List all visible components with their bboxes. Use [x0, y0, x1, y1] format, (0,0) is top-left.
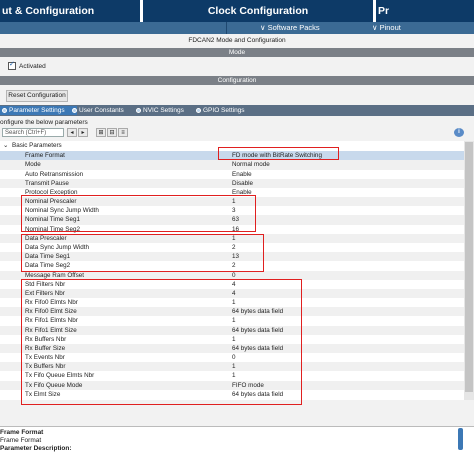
parameter-value[interactable]: Normal mode: [232, 160, 270, 169]
tab-pinout-configuration[interactable]: ut & Configuration: [0, 0, 140, 22]
info-icon[interactable]: i: [454, 128, 464, 137]
radio-dot-icon: [196, 108, 201, 113]
reset-configuration-button[interactable]: Reset Configuration: [6, 90, 68, 102]
parameter-value[interactable]: Enable: [232, 170, 252, 179]
highlight-box-ram: [21, 279, 302, 405]
sort-icon[interactable]: ≡: [118, 128, 128, 137]
parameter-name: Transmit Pause: [25, 179, 69, 187]
sub-toolbar: ∨ Software Packs ∨ Pinout: [0, 22, 474, 34]
search-input[interactable]: Search (Ctrl+F): [2, 128, 64, 137]
parameter-name: Mode: [25, 161, 41, 169]
radio-dot-icon: [72, 108, 77, 113]
tab-nvic-settings[interactable]: NVIC Settings: [134, 106, 199, 115]
tab-gpio-settings[interactable]: GPIO Settings: [194, 106, 259, 115]
description-scrollbar[interactable]: [458, 428, 463, 450]
scrollbar-thumb[interactable]: [465, 142, 473, 392]
pinout-menu[interactable]: ∨ Pinout: [372, 22, 401, 34]
tab-label: NVIC Settings: [143, 107, 184, 114]
description-panel: Frame Format Frame Format Parameter Desc…: [0, 426, 474, 463]
highlight-box-data: [21, 234, 264, 272]
tab-project-manager[interactable]: Pr: [376, 0, 474, 22]
tab-label: User Constants: [79, 107, 124, 114]
tab-parameter-settings[interactable]: Parameter Settings: [0, 106, 77, 115]
radio-dot-icon: [2, 108, 7, 113]
chevron-down-icon: ⌄: [3, 142, 9, 149]
search-previous-icon[interactable]: ◂: [67, 128, 77, 137]
top-tab-bar: ut & Configuration Clock Configuration P…: [0, 0, 474, 22]
chevron-down-icon: ∨: [260, 23, 268, 32]
toolbar-divider: [226, 22, 227, 34]
mode-header: Mode: [0, 48, 474, 57]
pinout-label: Pinout: [379, 23, 401, 32]
activated-checkbox[interactable]: Activated: [8, 60, 46, 72]
group-label: Basic Parameters: [12, 142, 62, 149]
radio-dot-icon: [136, 108, 141, 113]
parameter-table: ⌄ Basic Parameters Frame Format FD mode w…: [0, 141, 464, 405]
description-title: Frame Format: [0, 429, 44, 436]
configuration-header: Configuration: [0, 76, 474, 85]
configure-instructions: onfigure the below parameters: [0, 119, 88, 126]
parameter-name: Frame Format: [25, 152, 65, 160]
expand-all-icon[interactable]: ⊞: [96, 128, 106, 137]
chevron-down-icon: ∨: [372, 23, 380, 32]
tab-label: Parameter Settings: [9, 107, 65, 114]
tab-user-constants[interactable]: User Constants: [70, 106, 139, 115]
parameter-name: Auto Retransmission: [25, 170, 84, 178]
software-packs-menu[interactable]: ∨ Software Packs: [260, 22, 320, 34]
tab-clock-configuration[interactable]: Clock Configuration: [143, 0, 373, 22]
tab-label: GPIO Settings: [203, 107, 245, 114]
parameter-value[interactable]: Disable: [232, 179, 253, 188]
highlight-box-frame-format: [218, 147, 339, 160]
description-text: Frame Format: [0, 437, 42, 444]
panel-title: FDCAN2 Mode and Configuration: [188, 37, 286, 44]
description-heading: Parameter Description:: [0, 445, 72, 452]
search-next-icon[interactable]: ▸: [78, 128, 88, 137]
collapse-all-icon[interactable]: ⊟: [107, 128, 117, 137]
highlight-box-nominal: [21, 195, 256, 232]
table-row[interactable]: Mode Normal mode: [0, 160, 464, 170]
config-tab-bar: Parameter Settings User Constants NVIC S…: [0, 105, 474, 116]
activated-label: Activated: [19, 63, 46, 70]
checkbox-checked-icon: [8, 60, 16, 71]
table-row[interactable]: Transmit Pause Disable: [0, 178, 464, 188]
software-packs-label: Software Packs: [267, 23, 320, 32]
table-row[interactable]: Auto Retransmission Enable: [0, 170, 464, 179]
